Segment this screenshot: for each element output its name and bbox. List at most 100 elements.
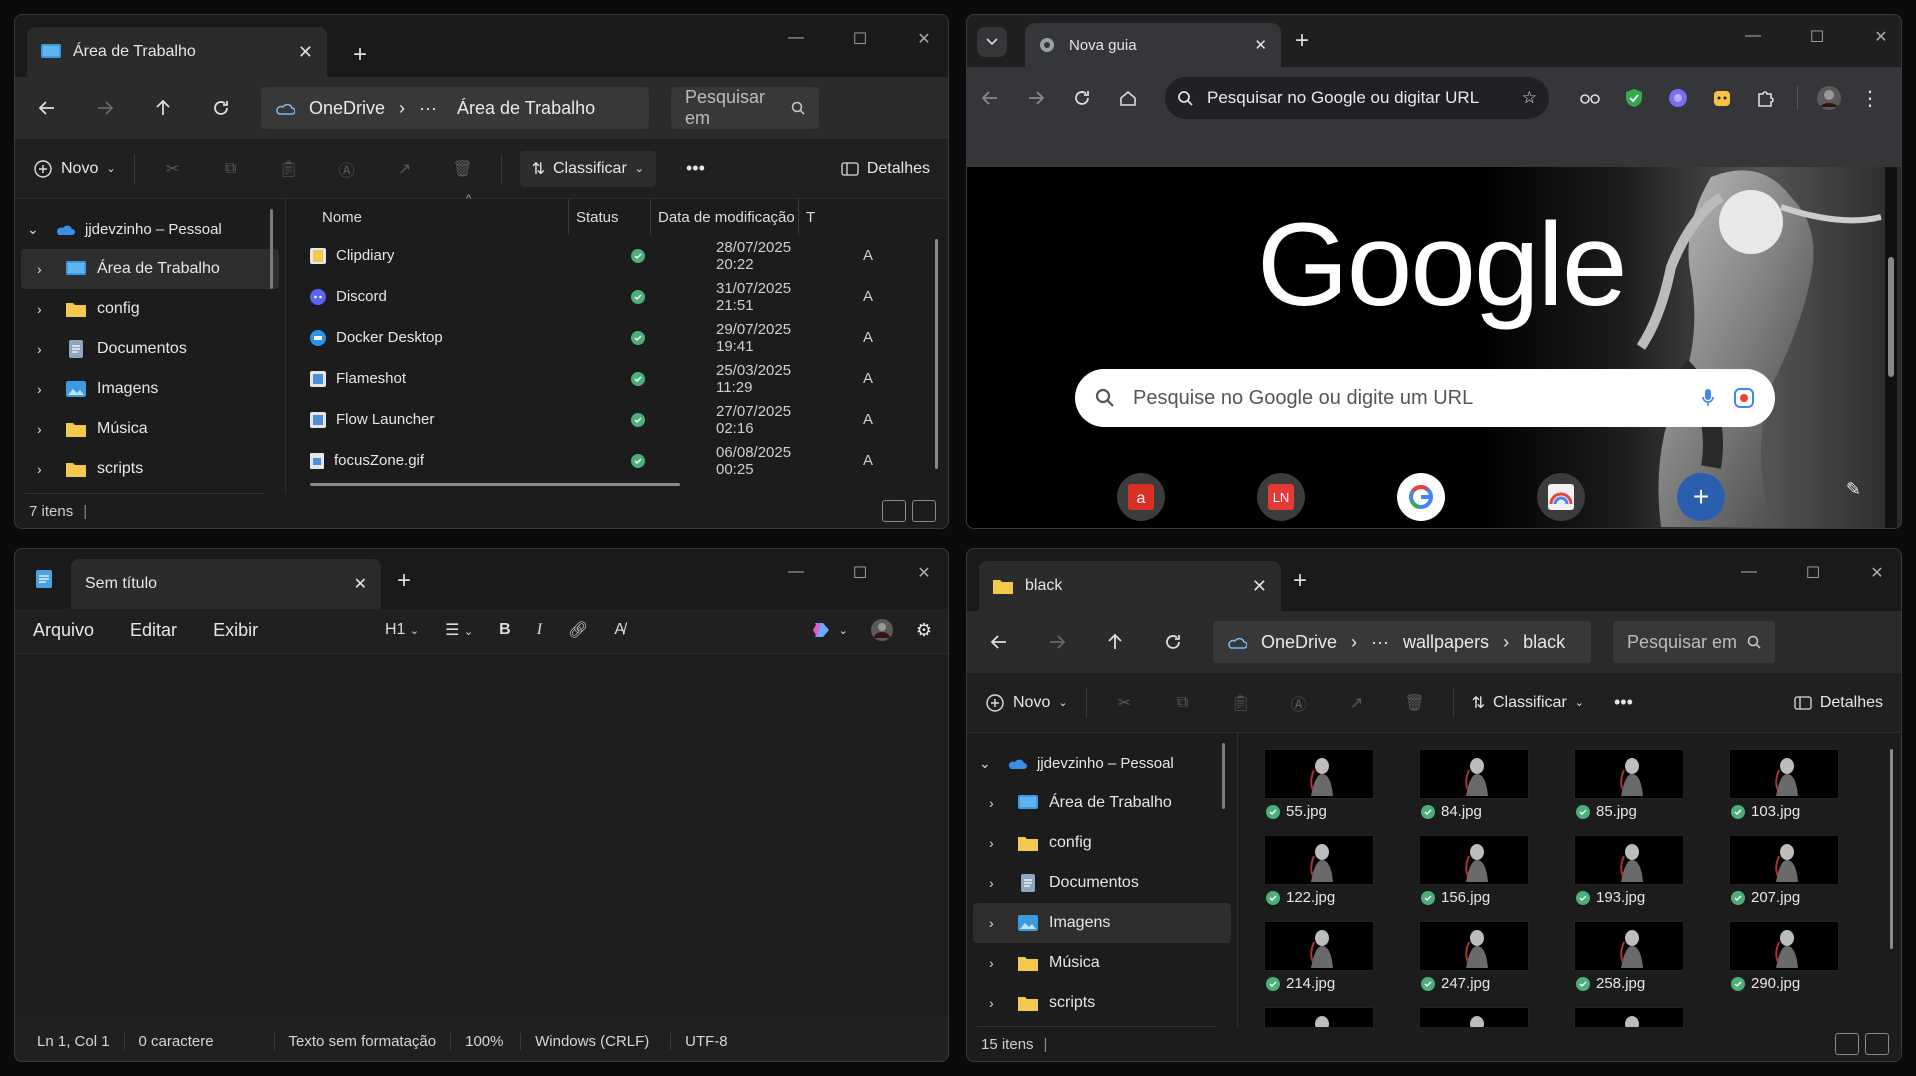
chevron-right-icon[interactable]: ›	[989, 915, 1007, 931]
details-button[interactable]: Detalhes	[841, 160, 930, 178]
maximize-button[interactable]: ☐	[846, 563, 874, 583]
purple-extension-icon[interactable]	[1665, 85, 1691, 111]
breadcrumb-parent[interactable]: wallpapers	[1403, 632, 1489, 653]
back-button[interactable]	[981, 89, 999, 107]
image-thumbnail[interactable]: 207.jpg	[1717, 835, 1839, 921]
google-lens-icon[interactable]	[1733, 387, 1755, 409]
add-shortcut-button[interactable]: +	[1677, 473, 1725, 521]
chevron-right-icon[interactable]: ›	[989, 875, 1007, 891]
back-button[interactable]	[29, 90, 65, 126]
column-divider[interactable]	[568, 199, 569, 235]
forward-button[interactable]	[1039, 624, 1075, 660]
chevron-right-icon[interactable]: ›	[37, 461, 55, 477]
close-window-button[interactable]: ✕	[910, 29, 938, 49]
minimize-button[interactable]: —	[1735, 563, 1763, 583]
delete-icon[interactable]: 🗑︎	[1395, 685, 1435, 721]
share-icon[interactable]: ↗	[1337, 685, 1377, 721]
minimize-button[interactable]: —	[1739, 27, 1767, 47]
bookmark-star-icon[interactable]: ☆	[1522, 88, 1537, 108]
copy-icon[interactable]: ⧉	[211, 151, 251, 187]
chevron-right-icon[interactable]: ›	[37, 381, 55, 397]
customize-pencil-icon[interactable]: ✎	[1846, 479, 1861, 500]
tree-root[interactable]: ⌄ jjdevzinho – Pessoal	[967, 743, 1237, 783]
refresh-button[interactable]	[203, 90, 239, 126]
shortcut-tile[interactable]: LN	[1257, 473, 1305, 521]
explorer-tab[interactable]: Área de Trabalho ✕	[27, 27, 327, 77]
bold-icon[interactable]: B	[499, 621, 511, 639]
shortcut-tile[interactable]	[1537, 473, 1585, 521]
details-view-button[interactable]	[1835, 1033, 1859, 1055]
menu-exibir[interactable]: Exibir	[213, 620, 258, 641]
table-row[interactable]: Flow Launcher 27/07/2025 02:16 A	[56, 399, 873, 440]
file-list-scrollbar[interactable]	[935, 239, 938, 469]
profile-avatar[interactable]	[870, 618, 894, 642]
link-icon[interactable]: 🔗︎	[568, 620, 588, 640]
tree-item-documentos[interactable]: › Documentos	[967, 863, 1237, 903]
chevron-right-icon[interactable]: ›	[37, 301, 55, 317]
home-button[interactable]	[1119, 89, 1137, 107]
italic-icon[interactable]: I	[537, 621, 542, 639]
new-button[interactable]: Novo ⌄	[985, 693, 1068, 713]
up-button[interactable]	[145, 90, 181, 126]
tree-item-imagens[interactable]: › Imagens	[973, 903, 1231, 943]
search-input[interactable]: Pesquisar em	[1613, 621, 1775, 663]
close-tab-icon[interactable]: ✕	[1252, 576, 1267, 597]
breadcrumb-ellipsis[interactable]: ···	[419, 98, 437, 119]
image-thumbnail[interactable]: 290.jpg	[1717, 921, 1839, 1007]
maximize-button[interactable]: ☐	[1799, 563, 1827, 583]
sort-button[interactable]: ⇅ Classificar ⌄	[519, 150, 656, 187]
close-tab-icon[interactable]: ✕	[354, 574, 367, 594]
omnibox[interactable]: Pesquisar no Google ou digitar URL ☆	[1165, 77, 1549, 119]
chevron-right-icon[interactable]: ›	[37, 261, 55, 277]
close-tab-icon[interactable]: ✕	[298, 42, 313, 63]
menu-editar[interactable]: Editar	[130, 620, 177, 641]
clear-formatting-icon[interactable]: A̸	[614, 621, 625, 639]
paste-icon[interactable]: 📋︎	[269, 151, 309, 187]
close-window-button[interactable]: ✕	[910, 563, 938, 583]
column-divider[interactable]	[798, 199, 799, 235]
share-icon[interactable]: ↗	[385, 151, 425, 187]
page-scrollbar[interactable]	[1885, 167, 1897, 528]
close-tab-icon[interactable]: ✕	[1254, 36, 1267, 54]
table-row[interactable]: Discord 31/07/2025 21:51 A	[56, 276, 873, 317]
new-tab-button[interactable]: +	[397, 567, 411, 595]
rename-icon[interactable]: Ⓐ	[1279, 685, 1319, 721]
image-thumbnail[interactable]: 156.jpg	[1407, 835, 1529, 921]
shortcut-tile[interactable]	[1397, 473, 1445, 521]
chevron-down-icon[interactable]: ⌄	[979, 755, 997, 772]
cut-icon[interactable]: ✂	[153, 151, 193, 187]
shield-extension-icon[interactable]	[1621, 85, 1647, 111]
chevron-right-icon[interactable]: ›	[989, 795, 1007, 811]
incognito-extension-icon[interactable]	[1577, 85, 1603, 111]
sort-button[interactable]: ⇅ Classificar ⌄	[1472, 693, 1584, 713]
yellow-extension-icon[interactable]	[1709, 85, 1735, 111]
rename-icon[interactable]: Ⓐ	[327, 151, 367, 187]
breadcrumb-ellipsis[interactable]: ···	[1371, 632, 1389, 653]
new-tab-button[interactable]: +	[353, 41, 367, 69]
details-button[interactable]: Detalhes	[1794, 694, 1883, 712]
address-bar[interactable]: OneDrive › ··· wallpapers › black	[1213, 621, 1591, 663]
cut-icon[interactable]: ✂	[1105, 685, 1145, 721]
image-thumbnail[interactable]: 122.jpg	[1252, 835, 1374, 921]
chevron-right-icon[interactable]: ›	[37, 341, 55, 357]
new-button[interactable]: Novo ⌄	[33, 159, 116, 179]
maximize-button[interactable]: ☐	[1803, 27, 1831, 47]
menu-kebab-icon[interactable]: ⋮	[1860, 86, 1880, 111]
copilot-icon[interactable]	[811, 621, 831, 639]
chrome-tab[interactable]: Nova guia ✕	[1025, 23, 1281, 67]
column-divider[interactable]	[650, 199, 651, 235]
table-row[interactable]: Clipdiary 28/07/2025 20:22 A	[56, 235, 873, 276]
shortcut-tile[interactable]: a	[1117, 473, 1165, 521]
new-tab-button[interactable]: +	[1295, 27, 1309, 55]
column-header-date[interactable]: Data de modificação	[658, 209, 795, 226]
tree-item-config[interactable]: › config	[967, 823, 1237, 863]
image-thumbnail[interactable]: 55.jpg	[1252, 749, 1374, 835]
chevron-right-icon[interactable]: ›	[37, 421, 55, 437]
tiles-view-button[interactable]	[1865, 1033, 1889, 1055]
delete-icon[interactable]: 🗑︎	[443, 151, 483, 187]
tree-item-musica[interactable]: › Música	[967, 943, 1237, 983]
profile-avatar[interactable]	[1816, 85, 1842, 111]
more-options-button[interactable]: •••	[686, 158, 705, 179]
copy-icon[interactable]: ⧉	[1163, 685, 1203, 721]
navigation-scrollbar[interactable]	[1222, 743, 1225, 809]
